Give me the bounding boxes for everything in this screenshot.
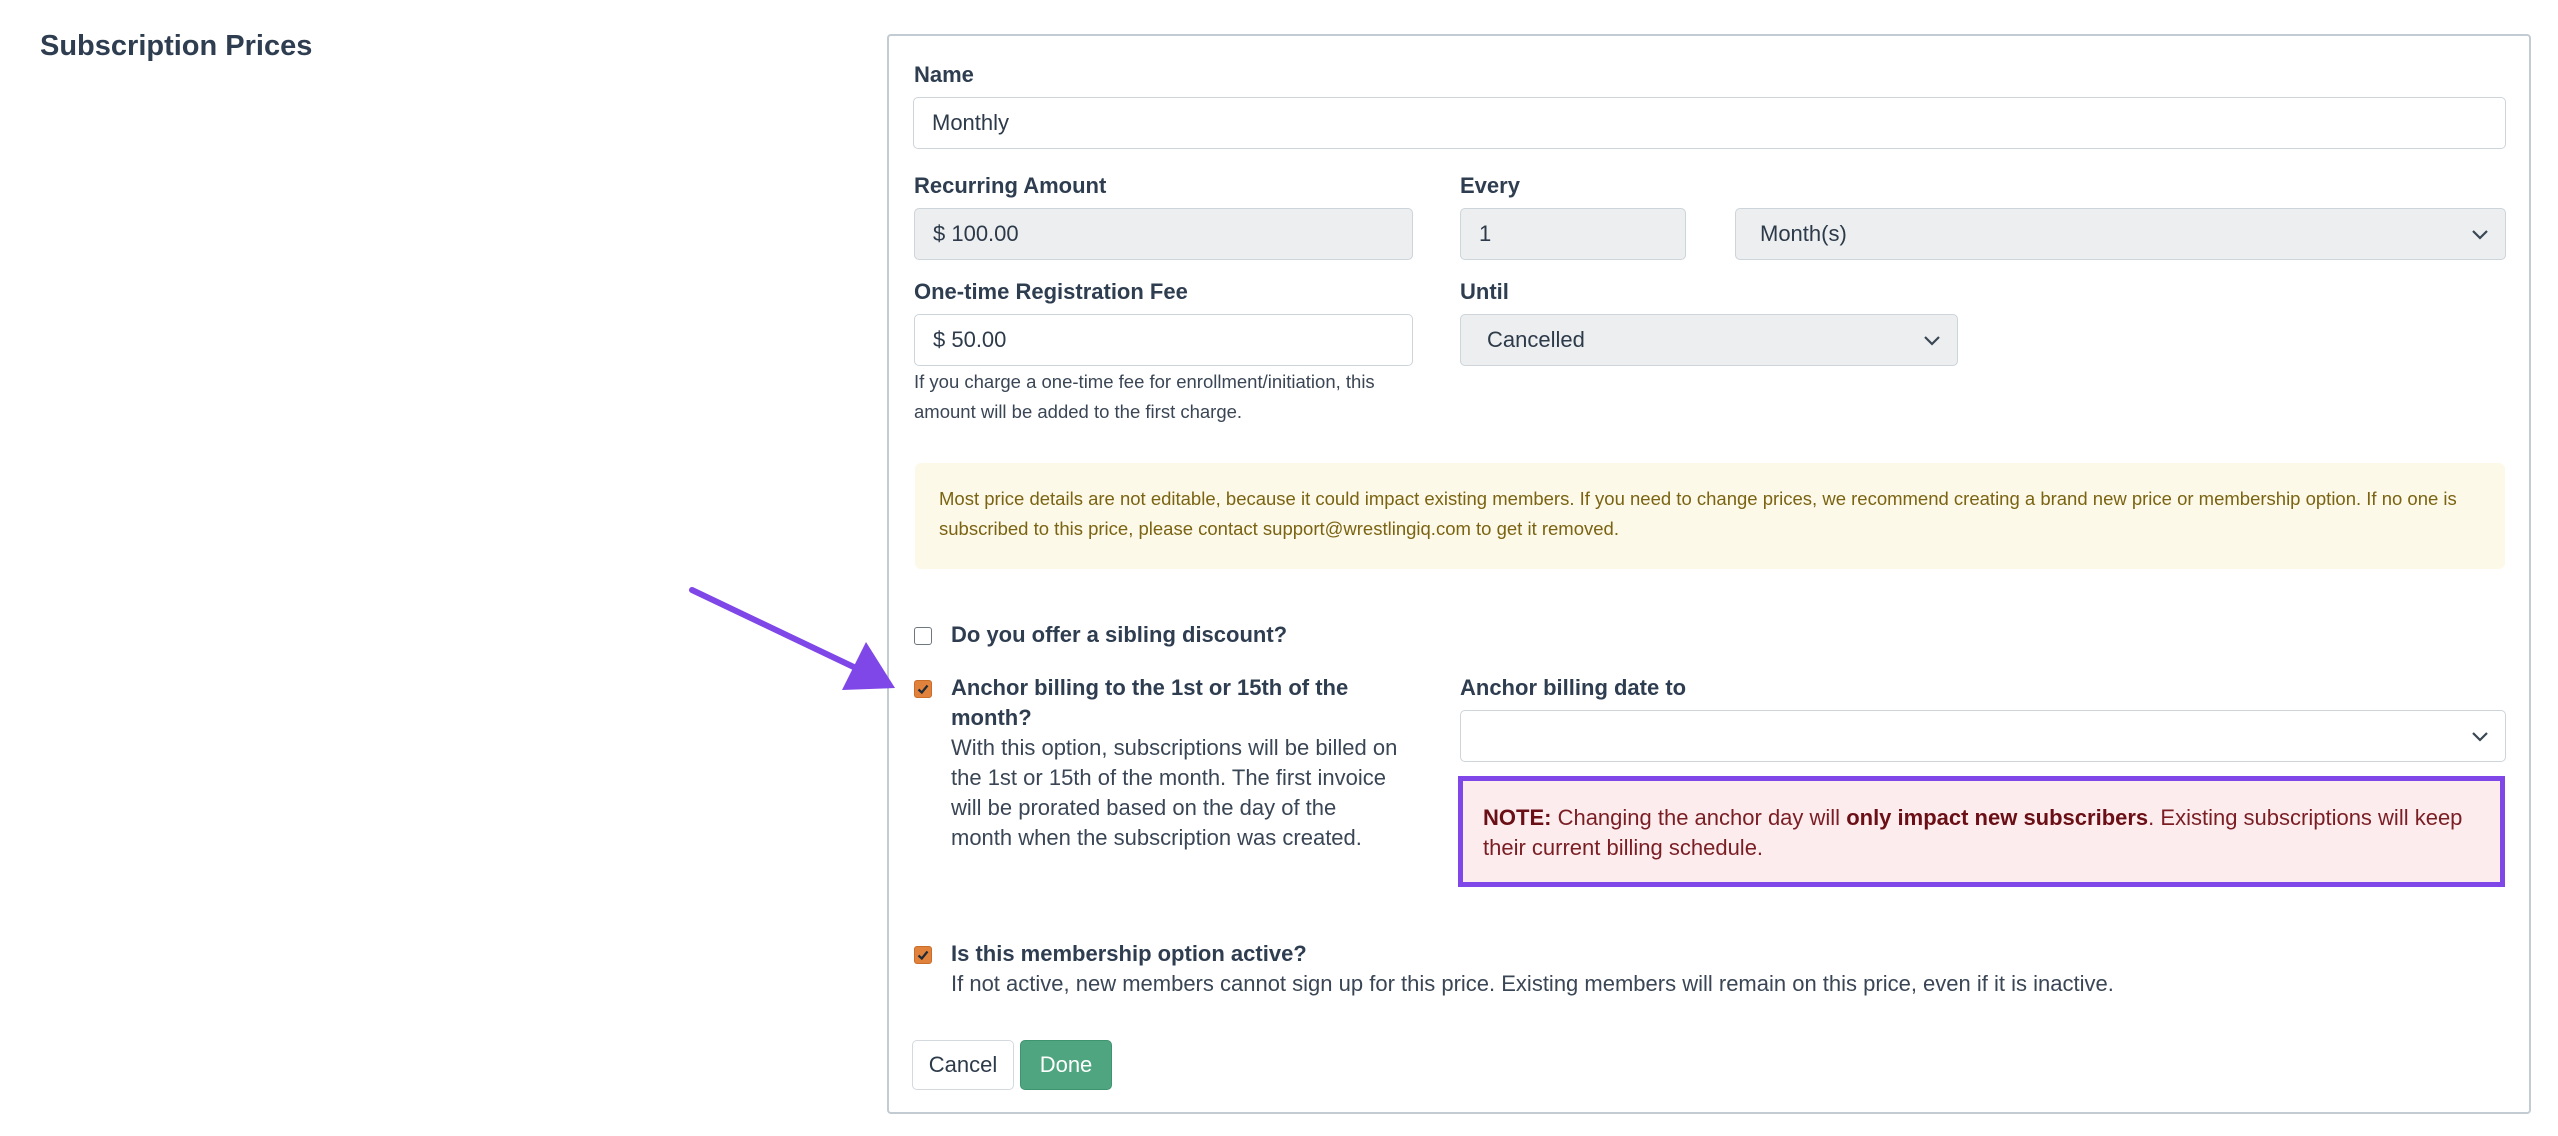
active-checkbox[interactable] bbox=[914, 946, 932, 964]
anchor-billing-desc-line: With this option, subscriptions will be … bbox=[951, 735, 1398, 760]
anchor-billing-desc-line: the 1st or 15th of the month. The first … bbox=[951, 765, 1386, 790]
anchor-billing-desc-line: will be prorated based on the day of the bbox=[951, 795, 1337, 820]
anchor-billing-label-line2: month? bbox=[951, 705, 1032, 730]
registration-fee-input[interactable]: $ 50.00 bbox=[914, 314, 1413, 366]
anchor-billing-checkbox[interactable] bbox=[914, 680, 932, 698]
note-line2: their current billing schedule. bbox=[1483, 835, 1764, 860]
active-description: If not active, new members cannot sign u… bbox=[951, 971, 2114, 996]
check-icon bbox=[917, 950, 929, 961]
note-text: Changing the anchor day will bbox=[1551, 805, 1847, 830]
notice-line1: Most price details are not editable, bec… bbox=[939, 488, 2457, 509]
recurring-amount-label: Recurring Amount bbox=[914, 173, 1107, 198]
notice-line2: subscribed to this price, please contact… bbox=[939, 518, 1619, 539]
every-unit-value: Month(s) bbox=[1760, 221, 1847, 246]
anchor-billing-desc-line: month when the subscription was created. bbox=[951, 825, 1362, 850]
annotation-arrow-icon bbox=[689, 587, 895, 690]
note-emphasis: only impact new subscribers bbox=[1846, 805, 2149, 830]
recurring-amount-input: $ 100.00 bbox=[914, 208, 1413, 260]
registration-fee-help-line1: If you charge a one-time fee for enrollm… bbox=[914, 371, 1375, 392]
anchor-billing-label: Anchor billing to the 1st or 15th of the… bbox=[951, 673, 1348, 733]
anchor-date-label: Anchor billing date to bbox=[1460, 675, 1687, 700]
note-prefix: NOTE: bbox=[1483, 805, 1552, 830]
chevron-down-icon bbox=[2472, 230, 2488, 240]
registration-fee-help: If you charge a one-time fee for enrollm… bbox=[914, 367, 1375, 427]
registration-fee-help-line2: amount will be added to the first charge… bbox=[914, 401, 1243, 422]
done-button[interactable]: Done bbox=[1020, 1040, 1112, 1090]
sibling-discount-checkbox[interactable] bbox=[914, 627, 932, 645]
chevron-down-icon bbox=[2472, 732, 2488, 742]
name-input[interactable]: Monthly bbox=[913, 97, 2506, 149]
note-text-2: . Existing subscriptions will keep bbox=[2148, 805, 2463, 830]
anchor-note: NOTE: Changing the anchor day will only … bbox=[1458, 776, 2505, 887]
active-label: Is this membership option active? bbox=[951, 941, 1307, 966]
recurring-amount-value: $ 100.00 bbox=[933, 221, 1019, 246]
sibling-discount-label: Do you offer a sibling discount? bbox=[951, 622, 1288, 647]
every-count-value: 1 bbox=[1479, 221, 1492, 246]
every-unit-select: Month(s) bbox=[1735, 208, 2506, 260]
until-value: Cancelled bbox=[1487, 327, 1585, 352]
every-label: Every bbox=[1460, 173, 1520, 198]
anchor-billing-label-line1: Anchor billing to the 1st or 15th of the bbox=[951, 675, 1349, 700]
name-value: Monthly bbox=[932, 110, 1010, 135]
check-icon bbox=[917, 684, 929, 695]
edit-restriction-notice: Most price details are not editable, bec… bbox=[915, 463, 2505, 569]
every-count-input: 1 bbox=[1460, 208, 1686, 260]
anchor-billing-description: With this option, subscriptions will be … bbox=[951, 733, 1397, 853]
name-label: Name bbox=[914, 62, 974, 87]
cancel-button[interactable]: Cancel bbox=[912, 1040, 1014, 1090]
until-label: Until bbox=[1460, 279, 1509, 304]
until-select: Cancelled bbox=[1460, 314, 1958, 366]
section-title: Subscription Prices bbox=[40, 30, 313, 62]
registration-fee-value: $ 50.00 bbox=[933, 327, 1007, 352]
anchor-date-select[interactable] bbox=[1460, 710, 2506, 762]
registration-fee-label: One-time Registration Fee bbox=[914, 279, 1188, 304]
chevron-down-icon bbox=[1924, 336, 1940, 346]
